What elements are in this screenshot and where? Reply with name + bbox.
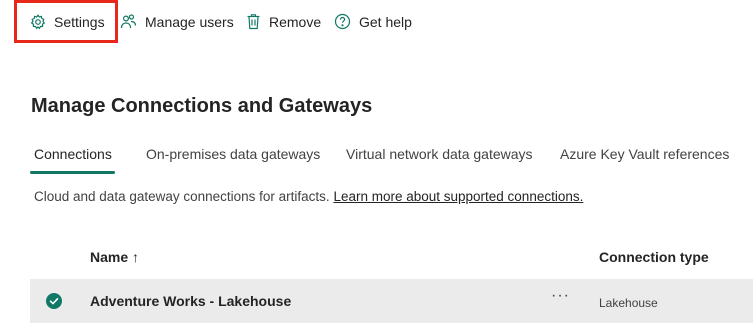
people-icon <box>120 13 137 30</box>
get-help-label: Get help <box>359 13 412 30</box>
description-text: Cloud and data gateway connections for a… <box>34 189 334 204</box>
remove-button[interactable]: Remove <box>246 0 321 43</box>
tab-virtual-network-data-gateways[interactable]: Virtual network data gateways <box>346 146 533 162</box>
connection-type: Lakehouse <box>599 296 658 310</box>
manage-users-label: Manage users <box>145 13 234 30</box>
manage-users-button[interactable]: Manage users <box>120 0 234 43</box>
table-row[interactable]: Adventure Works - Lakehouse ··· Lakehous… <box>30 279 753 323</box>
tab-azure-key-vault-references[interactable]: Azure Key Vault references <box>560 146 729 162</box>
tab-label: On-premises data gateways <box>146 146 321 162</box>
more-options-button[interactable]: ··· <box>551 287 570 305</box>
tab-on-premises-data-gateways[interactable]: On-premises data gateways <box>146 146 320 162</box>
tab-connections[interactable]: Connections <box>30 146 115 174</box>
learn-more-link[interactable]: Learn more about supported connections. <box>333 189 583 204</box>
column-header-connection-type[interactable]: Connection type <box>599 249 709 265</box>
tab-label: Azure Key Vault references <box>560 146 730 162</box>
settings-label: Settings <box>54 13 105 30</box>
trash-icon <box>246 13 261 30</box>
gear-icon <box>30 13 46 30</box>
settings-button[interactable]: Settings <box>14 0 118 43</box>
get-help-button[interactable]: Get help <box>334 0 412 43</box>
tab-label: Connections <box>34 146 112 162</box>
column-header-name[interactable]: Name ↑ <box>90 249 139 265</box>
connection-name: Adventure Works - Lakehouse <box>90 293 292 309</box>
active-tab-indicator <box>30 171 115 174</box>
connections-description: Cloud and data gateway connections for a… <box>34 189 583 204</box>
tab-list: Connections On-premises data gateways Vi… <box>30 146 753 176</box>
help-icon <box>334 13 351 30</box>
checkmark-circle-icon[interactable] <box>46 293 62 309</box>
tab-label: Virtual network data gateways <box>346 146 533 162</box>
remove-label: Remove <box>269 13 322 30</box>
page-title: Manage Connections and Gateways <box>31 95 373 117</box>
command-bar: Settings Manage users Remove Get help <box>0 0 753 44</box>
